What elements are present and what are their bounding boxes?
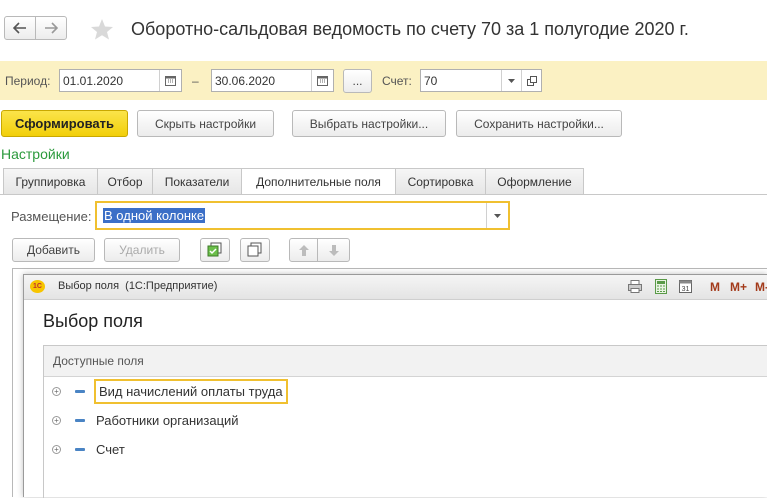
list-item[interactable]: + Работники организаций [52,407,239,433]
expand-icon[interactable]: + [52,444,61,454]
tab-sorting[interactable]: Сортировка [395,168,486,194]
field-label: Счет [96,441,125,457]
check-all-button[interactable] [200,238,230,262]
calendar-icon[interactable] [159,70,181,91]
field-group-icon [75,447,85,451]
date-from-input[interactable]: 01.01.2020 [59,69,182,92]
memory-m-button[interactable]: M [710,280,720,294]
uncheck-all-icon [247,242,262,257]
generate-button[interactable]: Сформировать [1,110,128,137]
uncheck-all-button[interactable] [240,238,270,262]
period-label: Период: [5,74,51,88]
placement-select[interactable]: В одной колонке [95,201,510,230]
add-button[interactable]: Добавить [12,238,95,262]
period-dash: – [192,74,199,88]
tab-formatting[interactable]: Оформление [485,168,584,194]
calendar-icon[interactable] [311,70,333,91]
dropdown-arrow-icon[interactable] [501,70,521,91]
move-up-button[interactable] [289,238,318,262]
tab-filter[interactable]: Отбор [97,168,153,194]
onec-logo-icon: 1С [30,280,45,293]
dialog-window-title: Выбор поля (1С:Предприятие) [58,280,218,292]
tab-indicators[interactable]: Показатели [152,168,242,194]
field-label: Работники организаций [96,412,239,428]
arrow-right-icon [45,22,58,34]
hide-settings-button[interactable]: Скрыть настройки [137,110,274,137]
arrow-up-icon [298,244,309,256]
arrow-left-icon [13,22,26,34]
save-settings-button[interactable]: Сохранить настройки... [456,110,622,137]
field-group-icon [75,389,85,393]
list-item[interactable]: + Счет [52,436,125,462]
arrow-down-icon [328,244,339,256]
open-icon[interactable] [521,70,541,91]
tab-panel-border [0,194,767,195]
svg-text:31: 31 [682,286,690,293]
tab-grouping[interactable]: Группировка [3,168,98,194]
check-all-icon [207,242,222,257]
favorite-star-icon[interactable] [90,18,114,43]
expand-icon[interactable]: + [52,386,61,396]
memory-mplus-button[interactable]: M+ [730,280,747,294]
settings-heading: Настройки [1,146,70,162]
list-item[interactable]: + Вид начислений оплаты труда [52,378,288,404]
dialog-heading: Выбор поля [43,311,143,331]
back-button[interactable] [4,16,36,40]
fields-column-header [44,346,767,377]
memory-mminus-button[interactable]: M- [755,280,767,294]
delete-button[interactable]: Удалить [104,238,180,262]
placement-label: Размещение: [11,209,92,224]
account-input[interactable]: 70 [420,69,542,92]
forward-button[interactable] [35,16,67,40]
move-down-button[interactable] [317,238,350,262]
select-settings-button[interactable]: Выбрать настройки... [292,110,446,137]
page-title: Оборотно-сальдовая ведомость по счету 70… [131,19,689,39]
print-icon[interactable] [628,280,642,296]
calendar-icon[interactable]: 31 [679,279,692,296]
account-label: Счет: [382,74,412,88]
field-group-icon [75,418,85,422]
calculator-icon[interactable] [655,279,667,297]
tab-additional-fields[interactable]: Дополнительные поля [241,168,396,195]
dropdown-arrow-icon[interactable] [486,203,508,228]
date-to-input[interactable]: 30.06.2020 [211,69,334,92]
period-select-button[interactable]: ... [343,69,372,93]
expand-icon[interactable]: + [52,415,61,425]
fields-column-header-label: Доступные поля [53,354,144,368]
field-label: Вид начислений оплаты труда [94,378,288,404]
